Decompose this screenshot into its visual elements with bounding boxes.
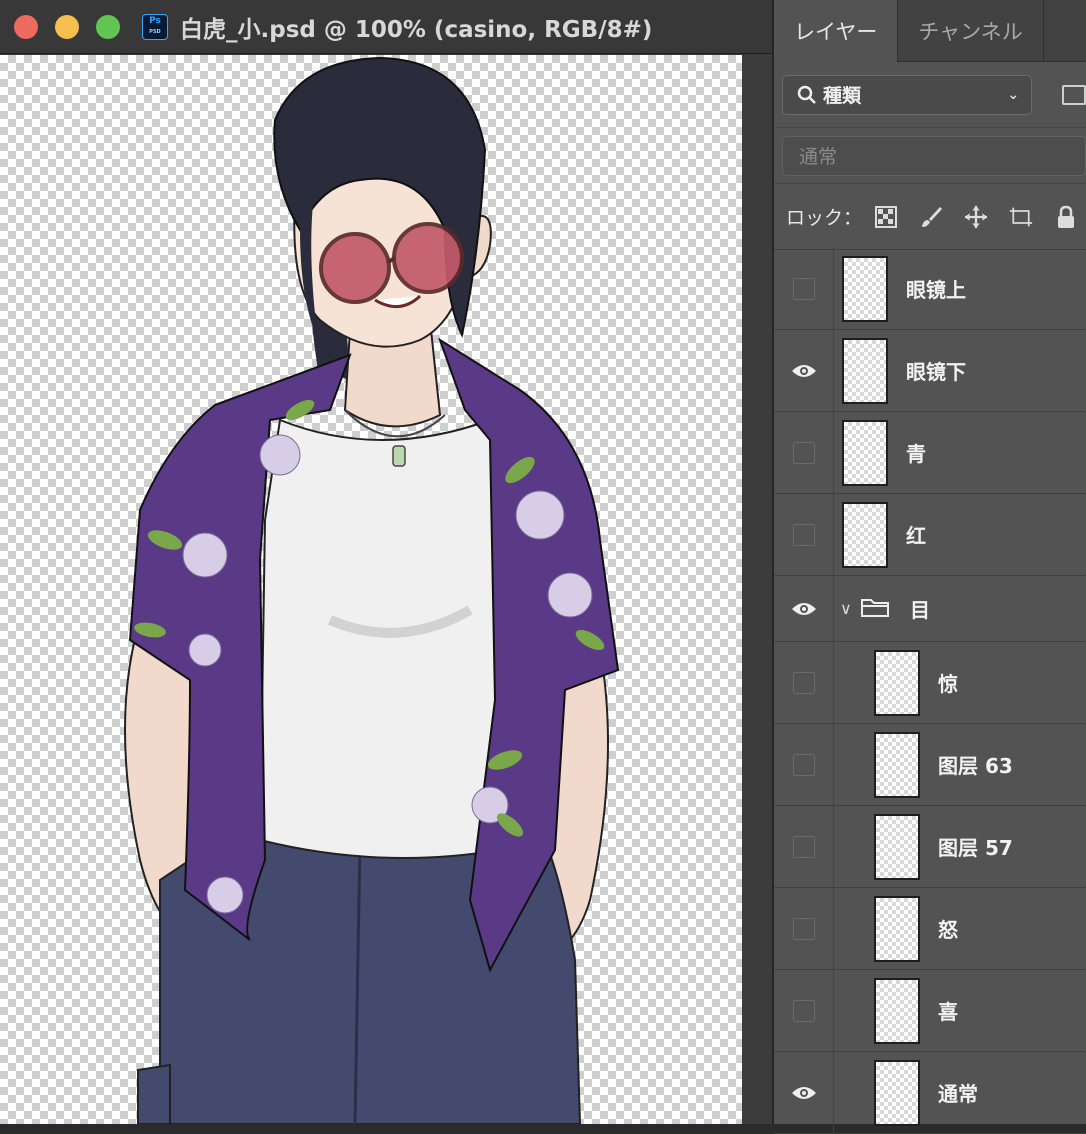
filter-type-label: 種類	[823, 85, 862, 107]
layer-row[interactable]: 喜	[774, 970, 1086, 1052]
lock-all-icon[interactable]	[1054, 205, 1078, 229]
layers-panel: レイヤー チャンネル 種類 ⌄ 通常 ロック： 眼镜上 眼镜下 青 红 ∨ 目 …	[772, 0, 1086, 1134]
layer-row[interactable]: 图层 63	[774, 724, 1086, 806]
visibility-box	[792, 835, 815, 858]
layer-name: 通常	[938, 1082, 978, 1106]
panel-tabs: レイヤー チャンネル	[774, 0, 1086, 62]
tab-layers[interactable]: レイヤー	[774, 0, 899, 62]
layer-thumbnail	[842, 337, 888, 404]
document-window: Ps PSD 白虎_小.psd @ 100% (casino, RGB/8#)	[0, 0, 772, 1124]
layer-name: 青	[906, 442, 926, 466]
layer-row[interactable]: 图层 57	[774, 806, 1086, 888]
layer-name: 红	[906, 524, 926, 548]
lock-icons	[874, 205, 1078, 229]
layer-thumbnail	[874, 895, 920, 962]
layer-name: 目	[910, 598, 930, 622]
tab-channels[interactable]: チャンネル	[898, 0, 1044, 62]
visibility-box	[792, 999, 815, 1022]
layer-name: 眼镜上	[906, 278, 966, 302]
window-controls	[14, 14, 120, 39]
layer-row[interactable]: 怒	[774, 888, 1086, 970]
visibility-toggle[interactable]	[774, 1052, 834, 1133]
layer-thumbnail	[874, 813, 920, 880]
lock-row: ロック：	[774, 184, 1086, 250]
visibility-toggle[interactable]	[774, 576, 834, 641]
layer-thumbnail	[842, 419, 888, 486]
lock-transparent-pixels-icon[interactable]	[874, 205, 898, 229]
lock-image-pixels-icon[interactable]	[919, 205, 943, 229]
folder-icon	[860, 596, 890, 622]
lock-position-icon[interactable]	[964, 205, 988, 229]
visibility-box	[792, 753, 815, 776]
canvas-scroll-area[interactable]	[742, 55, 772, 1124]
layer-row[interactable]: 眼镜上	[774, 248, 1086, 330]
image-filter-icon[interactable]	[1062, 84, 1086, 105]
visibility-box	[792, 917, 815, 940]
layer-thumbnail	[842, 255, 888, 322]
close-button[interactable]	[14, 14, 38, 39]
layer-name: 怒	[938, 918, 958, 942]
layer-name: 图层 57	[938, 836, 1013, 860]
search-icon	[797, 85, 816, 104]
layer-thumbnail	[842, 501, 888, 568]
visibility-toggle[interactable]	[774, 330, 834, 411]
layer-name: 惊	[938, 672, 958, 696]
document-title: 白虎_小.psd @ 100% (casino, RGB/8#)	[180, 16, 653, 43]
layer-name: 眼镜下	[906, 360, 966, 384]
visibility-box	[792, 277, 815, 300]
lock-label: ロック：	[786, 207, 863, 229]
visibility-toggle[interactable]	[774, 888, 834, 969]
visibility-toggle[interactable]	[774, 970, 834, 1051]
layer-row[interactable]: 眼镜下	[774, 330, 1086, 412]
eye-icon	[791, 1086, 816, 1099]
blend-mode-dropdown[interactable]: 通常	[782, 135, 1086, 176]
layer-row[interactable]: 青	[774, 412, 1086, 494]
visibility-box	[792, 441, 815, 464]
layer-name: 图层 63	[938, 754, 1013, 778]
layer-thumbnail	[874, 977, 920, 1044]
ps-icon-sublabel: PSD	[149, 28, 161, 35]
filter-row: 種類 ⌄	[774, 62, 1086, 128]
title-bar[interactable]: Ps PSD 白虎_小.psd @ 100% (casino, RGB/8#)	[0, 0, 772, 54]
layer-row[interactable]: 红	[774, 494, 1086, 576]
eye-icon	[791, 602, 816, 615]
canvas[interactable]	[0, 55, 742, 1124]
chevron-down-icon[interactable]: ∨	[840, 599, 854, 618]
layer-group-row[interactable]: ∨ 目	[774, 576, 1086, 642]
visibility-toggle[interactable]	[774, 806, 834, 887]
chevron-down-icon: ⌄	[1007, 86, 1020, 103]
layer-list: 眼镜上 眼镜下青红 ∨ 目惊图层 63 图层 57 怒喜通常	[774, 248, 1086, 1134]
eye-icon	[791, 364, 816, 377]
layer-row[interactable]: 惊	[774, 642, 1086, 724]
lock-artboard-icon[interactable]	[1009, 205, 1033, 229]
minimize-button[interactable]	[55, 14, 79, 39]
layer-row[interactable]: 通常	[774, 1052, 1086, 1134]
ps-icon: Ps PSD	[142, 13, 168, 40]
zoom-button[interactable]	[96, 14, 120, 39]
layer-thumbnail	[874, 731, 920, 798]
visibility-toggle[interactable]	[774, 642, 834, 723]
visibility-toggle[interactable]	[774, 724, 834, 805]
blend-row: 通常	[774, 128, 1086, 184]
visibility-box	[792, 523, 815, 546]
visibility-toggle[interactable]	[774, 248, 834, 329]
visibility-toggle[interactable]	[774, 494, 834, 575]
layer-name: 喜	[938, 1000, 958, 1024]
character-illustration	[124, 56, 620, 1124]
filter-type-dropdown[interactable]: 種類 ⌄	[782, 74, 1033, 115]
visibility-toggle[interactable]	[774, 412, 834, 493]
visibility-box	[792, 671, 815, 694]
layer-thumbnail	[874, 1059, 920, 1126]
ps-icon-label: Ps	[149, 15, 161, 26]
layer-thumbnail	[874, 649, 920, 716]
